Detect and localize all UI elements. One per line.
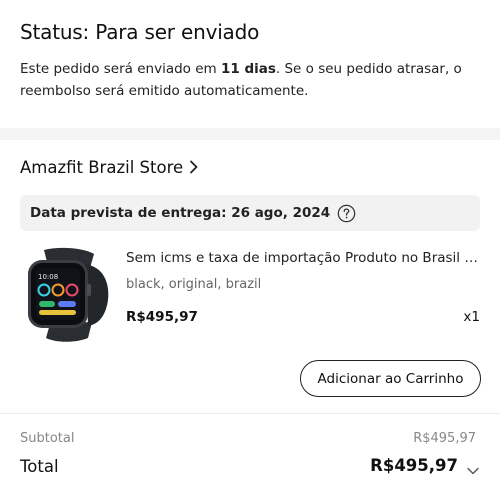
smartwatch-image[interactable]: 10:08 bbox=[20, 244, 112, 344]
total-label: Total bbox=[20, 457, 59, 476]
subtotal-label: Subtotal bbox=[20, 431, 75, 446]
add-to-cart-button[interactable]: Adicionar ao Carrinho bbox=[300, 360, 481, 397]
store-name: Amazfit Brazil Store bbox=[20, 157, 184, 177]
chevron-right-icon bbox=[189, 158, 201, 176]
product-item[interactable]: 10:08 Sem icms e taxa de importação Prod… bbox=[20, 244, 480, 344]
status-title: Status: Para ser enviado bbox=[20, 20, 260, 44]
section-divider bbox=[0, 128, 500, 140]
svg-text:10:08: 10:08 bbox=[38, 273, 58, 281]
delivery-estimate: Data prevista de entrega: 26 ago, 2024 bbox=[20, 195, 480, 231]
status-section: Status: Para ser enviado Este pedido ser… bbox=[0, 0, 500, 128]
delivery-date-text: Data prevista de entrega: 26 ago, 2024 bbox=[30, 205, 331, 221]
total-value: R$495,97 bbox=[370, 456, 458, 475]
question-circle-icon[interactable] bbox=[336, 203, 356, 223]
shipping-days: 11 dias bbox=[220, 61, 276, 77]
chevron-down-icon[interactable] bbox=[466, 461, 480, 475]
product-title[interactable]: Sem icms e taxa de importação Produto no… bbox=[126, 250, 480, 266]
status-description: Este pedido será enviado em 11 dias. Se … bbox=[20, 58, 485, 102]
product-quantity: x1 bbox=[463, 309, 480, 325]
subtotal-value: R$495,97 bbox=[413, 431, 476, 446]
product-price: R$495,97 bbox=[126, 309, 198, 325]
summary-divider bbox=[0, 413, 500, 414]
status-desc-prefix: Este pedido será enviado em bbox=[20, 61, 221, 77]
store-link[interactable]: Amazfit Brazil Store bbox=[20, 155, 201, 179]
product-variant: black, original, brazil bbox=[126, 277, 262, 292]
